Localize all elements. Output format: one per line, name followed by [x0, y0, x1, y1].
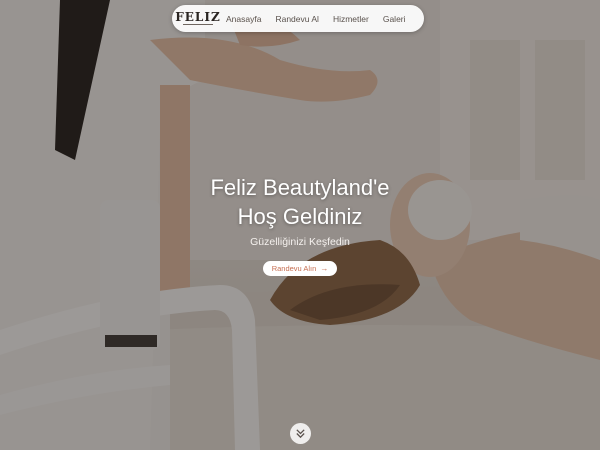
logo-underline [183, 23, 213, 27]
book-appointment-button[interactable]: Randevu Alın → [263, 261, 337, 276]
nav-link-anasayfa[interactable]: Anasayfa [226, 14, 261, 24]
scroll-down-button[interactable] [290, 423, 311, 444]
brand-logo[interactable]: FELIZ [175, 11, 220, 27]
hero-title-line-2: Hoş Geldiniz [237, 204, 363, 229]
navbar: FELIZ Anasayfa Randevu Al Hizmetler Gale… [172, 5, 424, 32]
book-appointment-label: Randevu Alın [271, 264, 317, 273]
arrow-right-icon: → [320, 263, 329, 273]
nav-link-galeri[interactable]: Galeri [383, 14, 406, 24]
hero-title-line-1: Feliz Beautyland'e [210, 175, 390, 200]
hero-subtitle: Güzelliğinizi Keşfedin [250, 236, 350, 248]
nav-link-randevu-al[interactable]: Randevu Al [275, 14, 318, 24]
hero-title: Feliz Beautyland'e Hoş Geldiniz [0, 173, 600, 231]
logo-wordmark: FELIZ [175, 9, 221, 24]
nav-link-hizmetler[interactable]: Hizmetler [333, 14, 369, 24]
double-chevron-down-icon [296, 429, 305, 439]
nav-links: Anasayfa Randevu Al Hizmetler Galeri [226, 14, 406, 24]
